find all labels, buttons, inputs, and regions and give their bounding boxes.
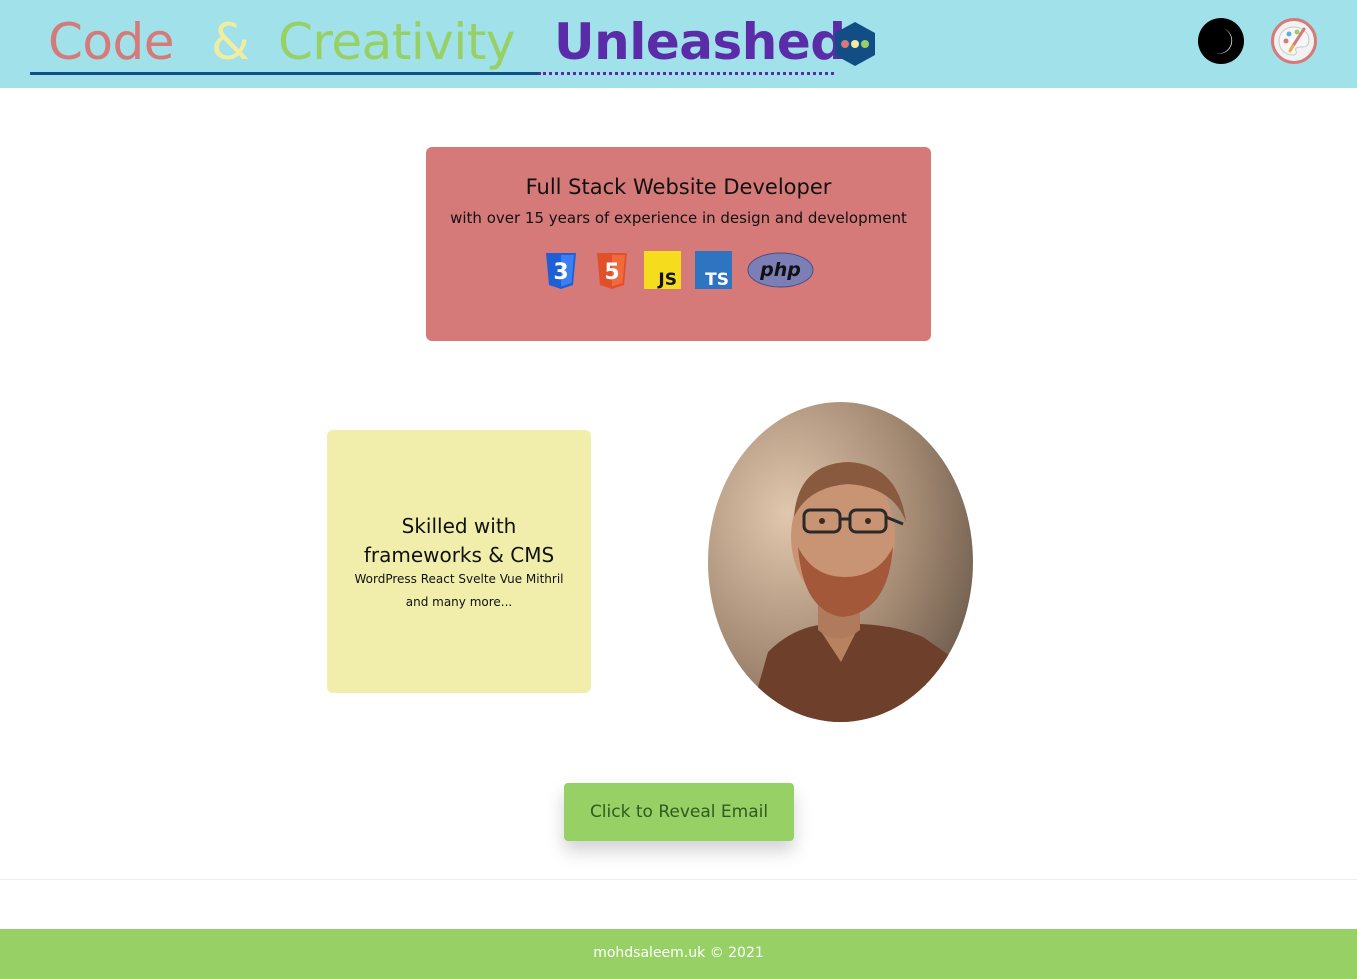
javascript-icon: JS xyxy=(644,251,681,289)
hexagon-dots-icon xyxy=(835,22,875,66)
title-underline-solid xyxy=(30,72,538,75)
palette-icon xyxy=(1278,26,1310,56)
skills-title-line2: frameworks & CMS xyxy=(363,543,555,567)
reveal-email-button[interactable]: Click to Reveal Email xyxy=(564,783,794,841)
intro-subtitle: with over 15 years of experience in desi… xyxy=(450,209,907,227)
frameworks-more: and many more... xyxy=(405,595,513,609)
svg-text:5: 5 xyxy=(604,260,619,285)
site-footer: mohdsaleem.uk © 2021 xyxy=(0,929,1357,979)
title-word-ampersand: & xyxy=(211,13,250,71)
site-header: Code & Creativity Unleashed xyxy=(0,0,1357,88)
svg-text:php: php xyxy=(759,259,801,281)
tech-icons-row: 3 5 JS TS php xyxy=(426,251,931,293)
title-word-code: Code xyxy=(48,13,175,71)
skills-title-line1: Skilled with xyxy=(401,514,517,538)
svg-text:JS: JS xyxy=(657,270,677,289)
title-word-unleashed: Unleashed xyxy=(554,13,846,71)
section-divider xyxy=(0,879,1357,880)
typescript-icon: TS xyxy=(695,251,732,289)
intro-title: Full Stack Website Developer xyxy=(525,175,832,199)
html5-icon: 5 xyxy=(597,253,627,289)
profile-photo xyxy=(708,402,973,722)
svg-text:3: 3 xyxy=(553,260,568,285)
theme-palette-button[interactable] xyxy=(1271,18,1317,64)
dark-mode-toggle[interactable] xyxy=(1198,18,1244,64)
skills-card: Skilled with frameworks & CMS WordPress … xyxy=(327,430,591,693)
title-word-creativity: Creativity xyxy=(278,13,515,71)
title-underline-dotted xyxy=(538,72,834,75)
footer-copyright: mohdsaleem.uk © 2021 xyxy=(593,945,764,961)
intro-card: Full Stack Website Developer with over 1… xyxy=(426,147,931,341)
svg-text:TS: TS xyxy=(705,270,729,289)
frameworks-list: WordPress React Svelte Vue Mithril xyxy=(354,572,564,586)
php-icon: php xyxy=(747,252,814,288)
css3-icon: 3 xyxy=(546,253,576,289)
skills-title: Skilled with frameworks & CMS xyxy=(327,512,591,570)
moon-icon xyxy=(1215,28,1233,54)
